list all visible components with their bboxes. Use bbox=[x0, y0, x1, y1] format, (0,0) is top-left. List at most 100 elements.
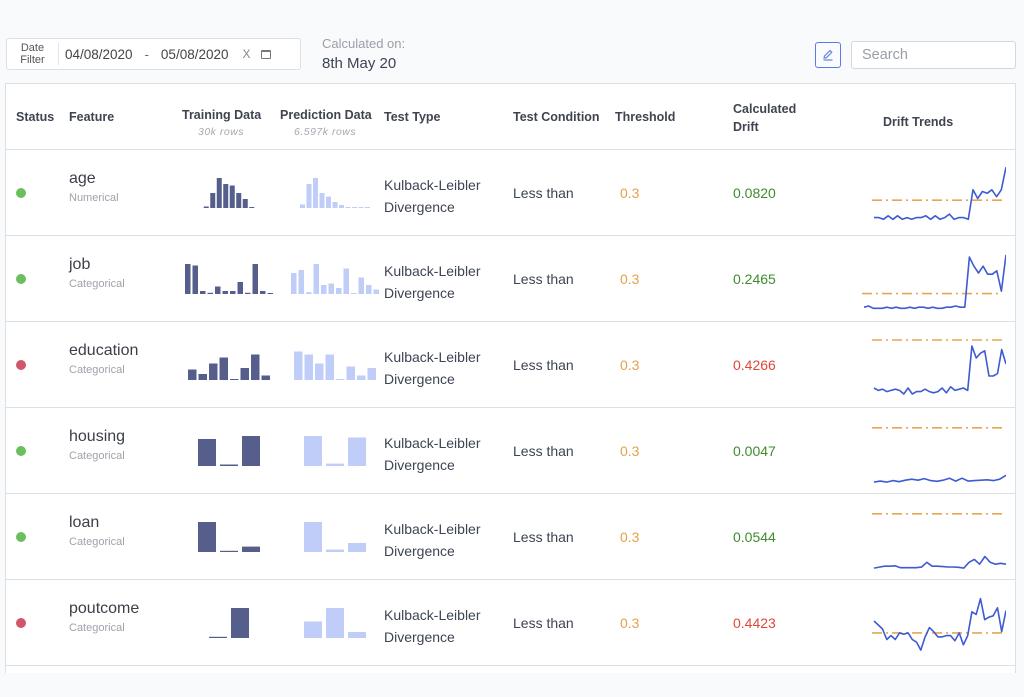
calendar-icon[interactable] bbox=[260, 49, 271, 59]
table-row[interactable]: job Categorical Kulback-Leibler Divergenc… bbox=[6, 236, 1015, 322]
test-type: Kulback-Leibler Divergence bbox=[384, 521, 481, 559]
histogram-bar bbox=[336, 288, 342, 294]
header-test-condition[interactable]: Test Condition bbox=[513, 110, 600, 124]
calculated-drift-value: 0.4423 bbox=[733, 615, 776, 631]
histogram-bar bbox=[251, 354, 260, 380]
table-row[interactable]: loan Categorical Kulback-Leibler Divergen… bbox=[6, 494, 1015, 580]
date-from-input[interactable]: 04/08/2020 bbox=[65, 47, 133, 62]
histogram-bar bbox=[346, 366, 355, 380]
histogram-bar bbox=[223, 184, 229, 208]
edit-button[interactable] bbox=[815, 42, 841, 68]
prediction-histogram bbox=[294, 351, 376, 380]
status-indicator bbox=[16, 446, 26, 456]
histogram-bar bbox=[188, 369, 197, 380]
drift-trend-sparkline bbox=[872, 339, 1006, 395]
header-calculated-drift[interactable]: Calculated Drift bbox=[733, 100, 796, 136]
test-condition: Less than bbox=[513, 443, 574, 459]
feature-type: Categorical bbox=[69, 364, 125, 376]
histogram-bar bbox=[220, 550, 238, 552]
table-row[interactable]: housing Categorical Kulback-Leibler Diver… bbox=[6, 408, 1015, 494]
date-filter[interactable]: Date Filter 04/08/2020 - 05/08/2020 X bbox=[6, 38, 301, 70]
training-histogram bbox=[198, 436, 260, 466]
test-type: Kulback-Leibler Divergence bbox=[384, 177, 481, 215]
histogram-bar bbox=[291, 273, 297, 294]
threshold-value: 0.3 bbox=[620, 357, 640, 373]
histogram-bar bbox=[252, 264, 258, 294]
prediction-rows-count: 6.597k rows bbox=[294, 126, 357, 138]
date-to-input[interactable]: 05/08/2020 bbox=[161, 47, 229, 62]
drift-trend-line bbox=[873, 345, 1006, 395]
prediction-histogram bbox=[304, 522, 366, 552]
drift-trend-sparkline bbox=[862, 254, 1006, 310]
histogram-bar bbox=[200, 291, 206, 294]
feature-name: housing bbox=[69, 428, 126, 445]
histogram-bar bbox=[203, 206, 209, 208]
histogram-bar bbox=[321, 285, 327, 294]
histogram-bar bbox=[304, 436, 322, 466]
feature-type: Categorical bbox=[69, 536, 125, 548]
histogram-bar bbox=[306, 184, 312, 208]
threshold-value: 0.3 bbox=[620, 271, 640, 287]
clear-date-icon[interactable]: X bbox=[243, 47, 251, 61]
test-type: Kulback-Leibler Divergence bbox=[384, 263, 481, 301]
date-filter-label: Date Filter bbox=[7, 42, 59, 66]
drift-trend-line bbox=[874, 167, 1006, 221]
threshold-value: 0.3 bbox=[620, 443, 640, 459]
header-drift-trends: Drift Trends bbox=[883, 115, 954, 129]
histogram-bar bbox=[345, 207, 351, 208]
histogram-bar bbox=[210, 193, 216, 208]
feature-type: Categorical bbox=[69, 622, 125, 634]
header-training-data: Training Data bbox=[182, 108, 262, 122]
histogram-bar bbox=[209, 636, 227, 638]
histogram-bar bbox=[300, 204, 305, 208]
top-toolbar: Date Filter 04/08/2020 - 05/08/2020 X Cal… bbox=[0, 0, 1024, 84]
histogram-bar bbox=[306, 292, 312, 294]
table-row[interactable]: education Categorical Kulback-Leibler Div… bbox=[6, 322, 1015, 408]
prediction-histogram bbox=[300, 178, 370, 208]
histogram-bar bbox=[332, 202, 338, 208]
histogram-bar bbox=[336, 379, 345, 380]
histogram-bar bbox=[222, 291, 228, 294]
calculated-drift-value: 0.4266 bbox=[733, 357, 776, 373]
histogram-bar bbox=[260, 291, 266, 294]
drift-trend-line bbox=[873, 597, 1006, 651]
histogram-bar bbox=[229, 185, 235, 208]
histogram-bar bbox=[326, 608, 344, 638]
feature-type: Categorical bbox=[69, 450, 125, 462]
table-row[interactable]: poutcome Categorical Kulback-Leibler Dive… bbox=[6, 580, 1015, 666]
test-type: Kulback-Leibler Divergence bbox=[384, 435, 481, 473]
test-type: Kulback-Leibler Divergence bbox=[384, 349, 481, 387]
histogram-bar bbox=[348, 543, 366, 552]
histogram-bar bbox=[236, 193, 242, 208]
feature-name: poutcome bbox=[69, 600, 140, 617]
status-indicator bbox=[16, 618, 26, 628]
histogram-bar bbox=[319, 193, 325, 208]
histogram-bar bbox=[343, 268, 349, 294]
test-condition: Less than bbox=[513, 185, 574, 201]
page-footer bbox=[0, 673, 1024, 697]
histogram-bar bbox=[198, 522, 216, 552]
drift-trend-line bbox=[873, 555, 1006, 569]
histogram-bar bbox=[294, 351, 303, 380]
histogram-bar bbox=[249, 207, 255, 208]
histogram-bar bbox=[192, 265, 198, 294]
histogram-bar bbox=[366, 285, 372, 294]
table-row[interactable]: age Numerical Kulback-Leibler Divergence … bbox=[6, 150, 1015, 236]
calculated-drift-value: 0.0047 bbox=[733, 443, 776, 459]
feature-type: Numerical bbox=[69, 192, 119, 204]
threshold-value: 0.3 bbox=[620, 529, 640, 545]
prediction-histogram bbox=[291, 264, 379, 294]
status-indicator bbox=[16, 532, 26, 542]
search-input[interactable] bbox=[851, 41, 1016, 69]
test-condition: Less than bbox=[513, 529, 574, 545]
histogram-bar bbox=[240, 368, 249, 380]
header-test-type[interactable]: Test Type bbox=[384, 110, 441, 124]
header-feature[interactable]: Feature bbox=[69, 110, 114, 124]
header-status[interactable]: Status bbox=[16, 110, 54, 124]
header-prediction-data: Prediction Data bbox=[280, 108, 372, 122]
header-threshold[interactable]: Threshold bbox=[615, 110, 675, 124]
training-histogram bbox=[185, 264, 273, 294]
feature-name: education bbox=[69, 342, 139, 359]
status-indicator bbox=[16, 274, 26, 284]
histogram-bar bbox=[207, 292, 213, 294]
